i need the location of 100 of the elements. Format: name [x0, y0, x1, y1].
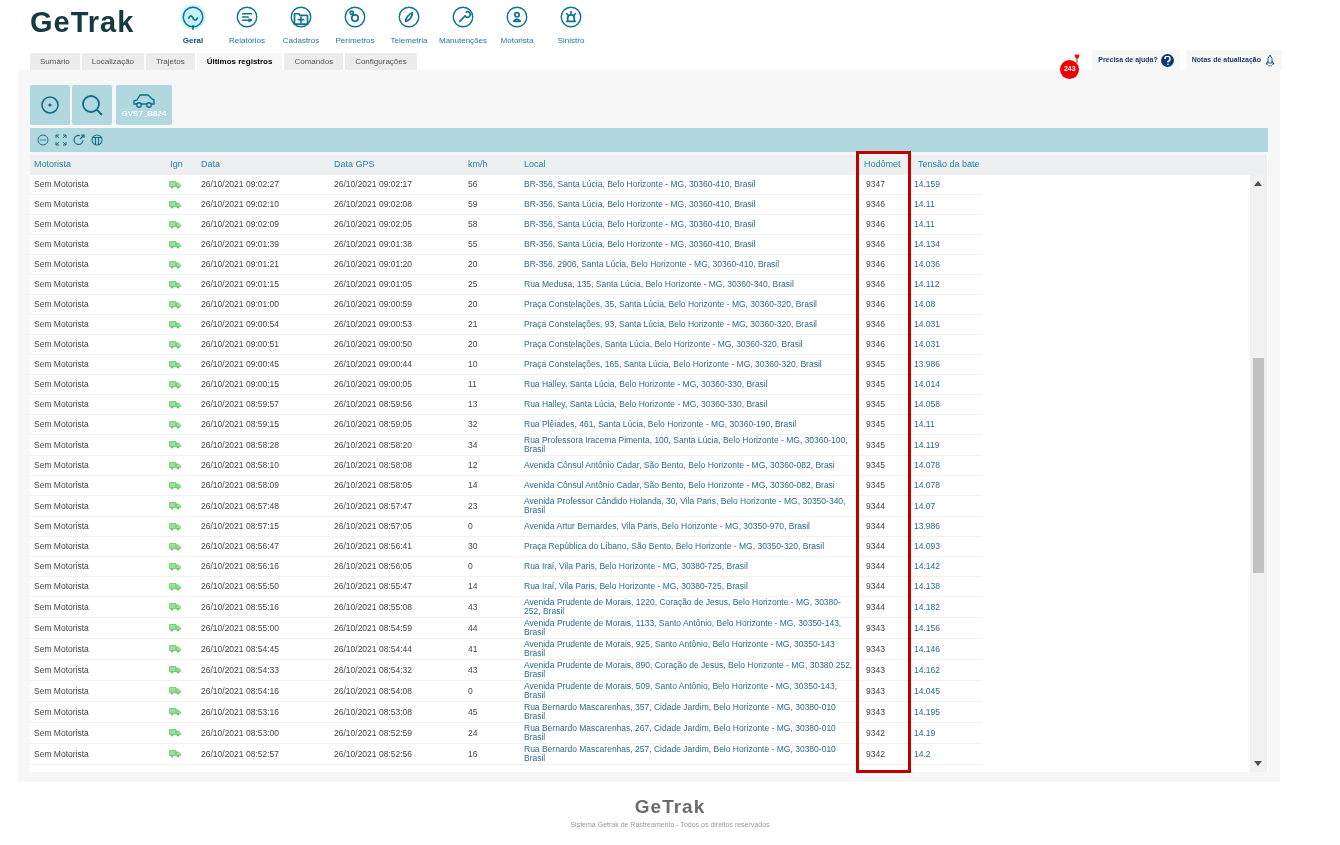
scrollbar-thumb[interactable]: [1253, 358, 1264, 573]
search-button[interactable]: [72, 85, 112, 125]
table-cell-text: Sem Motorista: [33, 379, 90, 390]
table-cell-text: 9346: [865, 259, 886, 270]
truck-icon: [168, 522, 181, 531]
table-cell-text: Rua Halley, Santa Lúcia, Belo Horizonte - MG, 30360-330, Brasil: [523, 399, 769, 410]
expand-icon[interactable]: [55, 134, 67, 146]
table-cell-text: 9345: [865, 399, 886, 410]
nav-icon: [342, 4, 368, 30]
table-cell-text: 26/10/2021 09:02:27: [200, 179, 280, 190]
table-cell-text: 14.182: [914, 601, 941, 613]
table-cell-text: 14.159: [914, 179, 941, 190]
truck-icon: [168, 300, 181, 309]
table-cell-text: 23: [467, 500, 479, 512]
table-cell-text: Praça Constelações, Santa Lúcia, Belo Horizonte - MG, 30360-320, Brasil: [523, 339, 804, 350]
scrollbar[interactable]: [1250, 175, 1267, 772]
table-cell-text: 14.031: [914, 319, 941, 330]
table-cell-text: 9345: [865, 439, 886, 451]
table-cell-text: 26/10/2021 08:57:48: [200, 500, 280, 512]
table-cell-text: Sem Motorista: [33, 299, 90, 310]
tab[interactable]: Trajetos: [146, 53, 195, 70]
tab[interactable]: Sumário: [30, 53, 80, 70]
tab[interactable]: Últimos registros: [196, 53, 283, 70]
nav-item[interactable]: Telemetria: [382, 4, 436, 47]
table-cell-text: 26/10/2021 08:59:05: [333, 419, 413, 430]
table-cell-text: 26/10/2021 09:00:59: [333, 299, 413, 310]
nav-item[interactable]: Relatórios: [220, 4, 274, 47]
table-cell-text: 9346: [865, 299, 886, 310]
table-cell-text: 26/10/2021 08:58:28: [200, 439, 280, 451]
table-cell-text: 20: [467, 299, 479, 310]
table-cell-text: BR-356, Santa Lúcia, Belo Horizonte - MG, 30360-410, Brasil: [523, 239, 757, 250]
truck-icon: [168, 542, 181, 551]
table-cell-text: 26/10/2021 09:00:51: [200, 339, 280, 350]
pin-icon[interactable]: [1074, 54, 1081, 64]
table-cell-text: Avenida Professor Cândido Holanda, 30, Vila Paris, Belo Horizonte - MG, 30350-340, Brasil: [523, 496, 847, 516]
table-cell-text: Sem Motorista: [33, 460, 90, 471]
scroll-down-icon[interactable]: [1254, 761, 1262, 766]
table-cell-text: 26/10/2021 08:54:59: [333, 622, 413, 634]
truck-icon: [168, 687, 181, 695]
column-header[interactable]: km/h: [464, 158, 520, 172]
search-icon: [80, 93, 104, 117]
table-cell-text: Rua Iraí, Vila Paris, Belo Horizonte - MG, 30380-725, Brasil: [523, 561, 749, 572]
table-cell-text: 9342: [865, 748, 886, 760]
table-cell-text: 14.08: [914, 299, 937, 310]
table-cell-text: Avenida Cônsul Antônio Cadar, São Bento, Belo Horizonte - MG, 30360-082, Brasi: [523, 480, 836, 491]
column-header[interactable]: Motorista: [30, 158, 152, 172]
column-header[interactable]: Data: [197, 158, 330, 172]
refresh-icon[interactable]: [73, 134, 85, 146]
truck-icon: [168, 420, 181, 429]
nav-item[interactable]: Manutenções: [436, 4, 490, 47]
table-cell-text: 9345: [865, 379, 886, 390]
truck-icon: [168, 562, 181, 571]
table-cell-text: 26/10/2021 08:54:08: [333, 685, 413, 697]
table-cell-text: Sem Motorista: [33, 748, 90, 760]
table-cell-text: Rua Bernardo Mascarenhas, 267, Cidade Jardim, Belo Horizonte - MG, 30380-010 Brasil: [523, 723, 837, 743]
column-header[interactable]: Tensão da bate: [914, 158, 982, 172]
nav-item[interactable]: Geral: [166, 4, 220, 47]
table-cell-text: 26/10/2021 09:02:17: [333, 179, 413, 190]
nav-item[interactable]: Motorista: [490, 4, 544, 47]
scroll-up-icon[interactable]: [1254, 181, 1262, 186]
add-button[interactable]: [30, 85, 70, 125]
table-cell-text: 45: [467, 706, 479, 718]
table-cell-text: 26/10/2021 08:52:56: [333, 748, 413, 760]
table-cell-text: 26/10/2021 09:01:21: [200, 259, 280, 270]
nav-icon: [450, 4, 476, 30]
nav-item[interactable]: Cadastros: [274, 4, 328, 47]
table-cell-text: 9345: [865, 419, 886, 430]
table-cell-text: Sem Motorista: [33, 399, 90, 410]
table-cell-text: 14.138: [914, 581, 941, 592]
table-cell-text: 43: [467, 664, 479, 676]
tab[interactable]: Configurações: [345, 53, 417, 70]
columns-icon[interactable]: [91, 134, 103, 146]
table-cell-text: 14.142: [914, 561, 941, 572]
table-cell-text: 26/10/2021 09:02:08: [333, 199, 413, 210]
table-cell-text: 9344: [865, 500, 886, 512]
table-cell-text: 26/10/2021 08:57:05: [333, 521, 413, 532]
column-header[interactable]: Data GPS: [330, 158, 464, 172]
nav-icon: [396, 4, 422, 30]
truck-icon: [168, 400, 181, 409]
nav-item[interactable]: Perímetros: [328, 4, 382, 47]
column-header[interactable]: Ign: [152, 158, 197, 172]
table-cell-text: 14.07: [914, 500, 937, 512]
table-cell-text: Sem Motorista: [33, 359, 90, 370]
tab[interactable]: Localização: [81, 53, 145, 70]
table-cell-text: 14.078: [914, 480, 941, 491]
truck-icon: [168, 708, 181, 716]
table-cell-text: 26/10/2021 09:00:05: [333, 379, 413, 390]
table-cell-text: 14: [467, 581, 479, 592]
column-header[interactable]: Hodômet: [854, 158, 914, 172]
table-cell-text: 26/10/2021 08:54:33: [200, 664, 280, 676]
table-cell-text: 13.986: [914, 359, 941, 370]
table-cell-text: 26/10/2021 09:00:15: [200, 379, 280, 390]
table-cell-text: 26/10/2021 08:59:57: [200, 399, 280, 410]
column-header[interactable]: Local: [520, 158, 854, 172]
table-cell-text: Rua Halley, Santa Lúcia, Belo Horizonte - MG, 30360-330, Brasil: [523, 379, 769, 390]
table-cell-text: 14.11: [914, 199, 936, 210]
tab[interactable]: Comandos: [284, 53, 344, 70]
nav-item[interactable]: Sinistro: [544, 4, 598, 47]
table-cell-text: 26/10/2021 08:58:20: [333, 439, 413, 451]
table-cell-text: 9344: [865, 561, 886, 572]
